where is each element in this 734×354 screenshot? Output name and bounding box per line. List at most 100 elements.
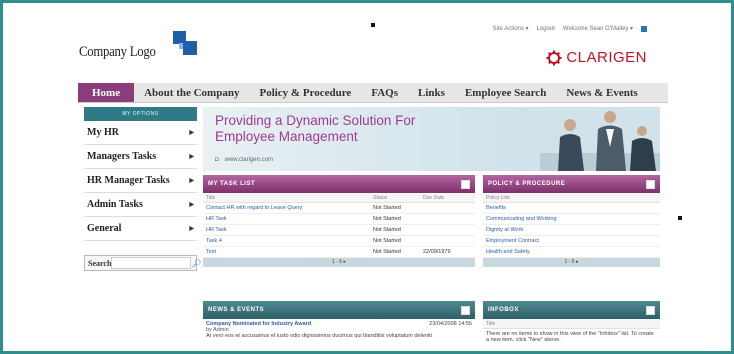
main-nav: Home About the Company Policy & Procedur…: [78, 83, 668, 103]
chevron-right-icon: ▶: [189, 226, 194, 232]
sidebar-item-managers-tasks[interactable]: Managers Tasks ▶: [84, 145, 197, 169]
task-status: Not Started: [373, 216, 401, 222]
brand-logo: CLARIGEN: [546, 49, 647, 66]
column-header[interactable]: Policy Link: [483, 193, 660, 203]
nav-faqs[interactable]: FAQs: [361, 83, 408, 102]
policy-link[interactable]: Dignity at Work: [483, 225, 523, 235]
table-row: HR Task Not Started: [203, 214, 475, 225]
banner-title-line1: Providing a Dynamic Solution For: [215, 113, 416, 128]
task-title-link[interactable]: HR Task: [203, 214, 373, 224]
task-due-date: [423, 214, 475, 224]
task-title-link[interactable]: HR Task: [203, 225, 373, 235]
nav-news-events[interactable]: News & Events: [556, 83, 648, 102]
hero-banner: Providing a Dynamic Solution For Employe…: [203, 107, 660, 171]
task-status: Not Started: [373, 227, 401, 233]
welcome-user-menu[interactable]: Welcome Sean O'Malley ▾: [563, 25, 633, 32]
task-title-link[interactable]: Contact HR with regard to Leave Query: [203, 203, 373, 213]
document-icon: [646, 179, 655, 189]
task-list-pager[interactable]: 1 - 5 ▸: [203, 258, 475, 267]
sidebar-item-my-hr[interactable]: My HR ▶: [84, 121, 197, 145]
search-input[interactable]: [111, 257, 192, 269]
list-item: Benefits: [483, 203, 660, 214]
task-status: Not Started: [373, 205, 401, 211]
chevron-right-icon: ▶: [189, 154, 194, 160]
nav-home[interactable]: Home: [78, 83, 135, 102]
task-due-date: [423, 225, 475, 235]
sidebar-item-label: Admin Tasks: [87, 199, 143, 210]
chevron-right-icon: ▶: [189, 130, 194, 136]
table-row: Task 4 Not Started: [203, 236, 475, 247]
news-excerpt: At vero eos et accusamus et iusto odio d…: [206, 333, 432, 339]
page-frame: Company Logo Site Actions ▾ Logout Welco…: [0, 0, 734, 354]
list-item: Employment Contract: [483, 236, 660, 247]
table-row: HR Task Not Started: [203, 225, 475, 236]
help-icon[interactable]: [641, 25, 647, 32]
artifact-dot: [678, 216, 682, 220]
banner-url[interactable]: ◘ www.clarigen.com: [215, 157, 273, 163]
news-events-panel: NEWS & EVENTS Company Nominated for Indu…: [203, 301, 475, 341]
policy-procedure-panel: POLICY & PROCEDURE Policy Link Benefits …: [483, 175, 660, 267]
search-label: Search: [88, 258, 112, 268]
column-header[interactable]: Title: [203, 193, 373, 202]
checklist-icon: [461, 179, 470, 189]
nav-links[interactable]: Links: [408, 83, 455, 102]
banner-title: Providing a Dynamic Solution For Employe…: [215, 113, 415, 145]
news-item: Company Nominated for Industry Award 23/…: [203, 319, 475, 341]
sidebar: MY OPTIONS My HR ▶ Managers Tasks ▶ HR M…: [84, 107, 202, 271]
logo-text: Company Logo: [79, 44, 156, 60]
table-row: Contact HR with regard to Leave Query No…: [203, 203, 475, 214]
task-list-title: MY TASK LIST: [208, 181, 256, 187]
infobox-empty-message: There are no items to show in this view …: [486, 331, 654, 343]
list-item: Health and Safety: [483, 247, 660, 258]
policy-header: POLICY & PROCEDURE: [483, 175, 660, 193]
sidebar-item-label: General: [87, 223, 122, 234]
header: Company Logo Site Actions ▾ Logout Welco…: [3, 3, 731, 79]
company-logo[interactable]: Company Logo: [79, 31, 199, 61]
news-title-heading: NEWS & EVENTS: [208, 307, 265, 313]
infobox-header: INFOBOX: [483, 301, 660, 319]
new-item-icon[interactable]: [646, 305, 655, 315]
user-links: Site Actions ▾ Logout Welcome Sean O'Mal…: [493, 25, 647, 32]
list-item: Communicating and Working: [483, 214, 660, 225]
news-header: NEWS & EVENTS: [203, 301, 475, 319]
task-list-header: MY TASK LIST: [203, 175, 475, 193]
my-task-list-panel: MY TASK LIST Title Status Due Date Conta…: [203, 175, 475, 267]
policy-link[interactable]: Communicating and Working: [483, 214, 557, 224]
policy-link[interactable]: Employment Contract: [483, 236, 539, 246]
table-row: Test Not Started 22/09/1979: [203, 247, 475, 258]
policy-pager[interactable]: 1 - 5 ▸: [483, 258, 660, 267]
business-people-image: [530, 107, 660, 171]
nav-about[interactable]: About the Company: [134, 83, 249, 102]
site-actions-link[interactable]: Site Actions ▾: [493, 25, 529, 32]
task-status: Not Started: [373, 238, 401, 244]
policy-title: POLICY & PROCEDURE: [488, 181, 566, 187]
task-due-date: 22/09/1979: [423, 249, 451, 255]
calendar-icon: [461, 305, 470, 315]
sidebar-item-label: HR Manager Tasks: [87, 175, 170, 186]
sidebar-item-admin-tasks[interactable]: Admin Tasks ▶: [84, 193, 197, 217]
logout-link[interactable]: Logout: [537, 26, 555, 32]
policy-link[interactable]: Benefits: [483, 203, 506, 213]
gear-icon: [546, 50, 562, 65]
logo-mark-icon: [173, 31, 199, 57]
column-header[interactable]: Title: [483, 319, 660, 329]
infobox-panel: INFOBOX Title There are no items to show…: [483, 301, 660, 345]
column-header[interactable]: Status: [373, 193, 423, 202]
task-due-date: [423, 203, 475, 213]
globe-icon: ◘: [215, 157, 219, 163]
nav-employee-search[interactable]: Employee Search: [455, 83, 556, 102]
nav-policy[interactable]: Policy & Procedure: [249, 83, 361, 102]
sidebar-item-general[interactable]: General ▶: [84, 217, 197, 241]
task-title-link[interactable]: Task 4: [203, 236, 373, 246]
chevron-right-icon: ▶: [189, 202, 194, 208]
search-icon[interactable]: 🔎︎: [191, 259, 201, 268]
list-item: Dignity at Work: [483, 225, 660, 236]
task-due-date: [423, 236, 475, 246]
column-header[interactable]: Due Date: [423, 193, 475, 202]
policy-link[interactable]: Health and Safety: [483, 247, 530, 257]
task-title-link[interactable]: Test: [203, 247, 373, 257]
chevron-right-icon: ▶: [189, 178, 194, 184]
infobox-title: INFOBOX: [488, 307, 519, 313]
sidebar-item-hr-manager-tasks[interactable]: HR Manager Tasks ▶: [84, 169, 197, 193]
artifact-dot: [371, 23, 375, 27]
